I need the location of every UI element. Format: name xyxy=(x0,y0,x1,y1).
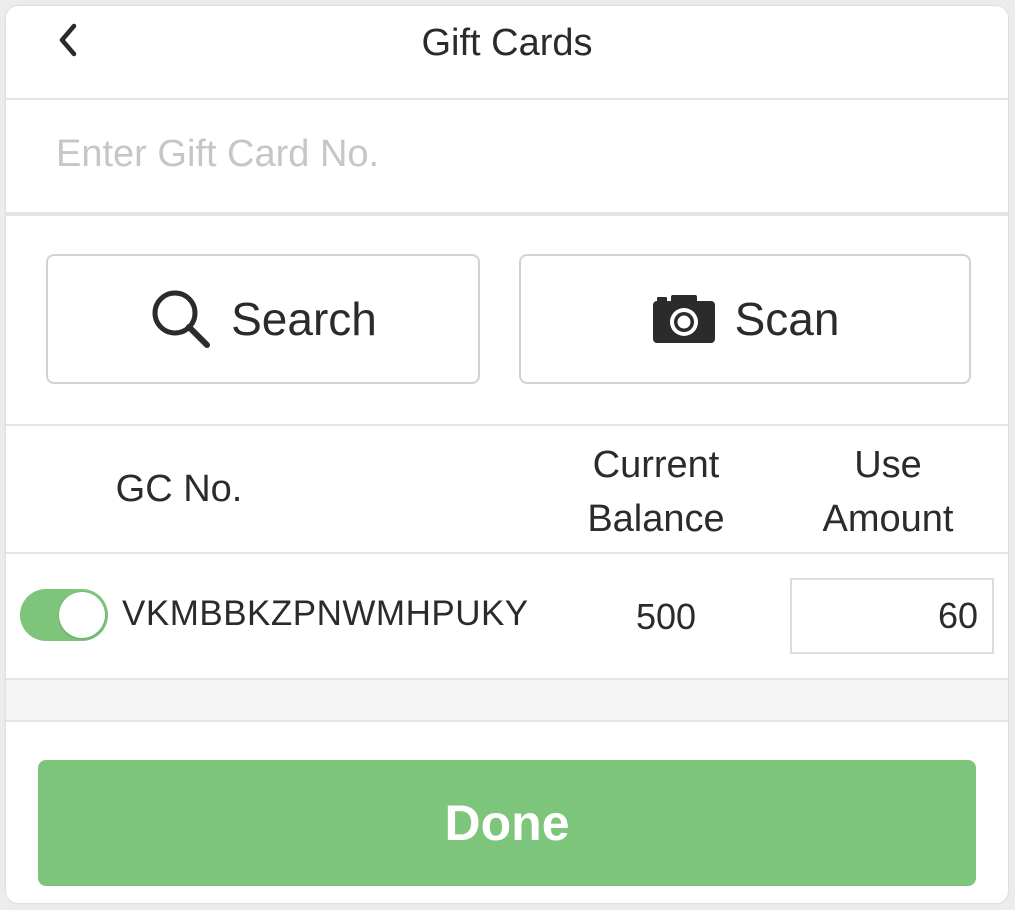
column-current-balance-line1: Current xyxy=(592,444,720,486)
page-title: Gift Cards xyxy=(421,22,593,64)
scan-button[interactable]: Scan xyxy=(519,254,971,384)
search-icon xyxy=(149,287,213,351)
gift-card-number: VKMBBKZPNWMHPUKY xyxy=(122,594,529,633)
search-button-label: Search xyxy=(231,293,377,345)
column-use-amount-line1: Use xyxy=(854,444,922,486)
gift-card-input-row xyxy=(6,100,1008,216)
done-button-label: Done xyxy=(444,795,570,851)
gift-cards-panel: Gift Cards Search Scan GC No. xyxy=(6,6,1008,903)
column-use-amount: Use Amount xyxy=(788,438,988,546)
gift-card-enable-toggle[interactable] xyxy=(20,589,108,641)
column-current-balance-line2: Balance xyxy=(587,498,725,540)
table-row: VKMBBKZPNWMHPUKY 500 xyxy=(6,552,1008,680)
column-use-amount-line2: Amount xyxy=(822,498,954,540)
search-button[interactable]: Search xyxy=(46,254,480,384)
toggle-knob xyxy=(59,592,105,638)
scan-button-label: Scan xyxy=(734,293,840,345)
camera-icon xyxy=(651,293,717,345)
current-balance-value: 500 xyxy=(635,596,697,637)
column-current-balance: Current Balance xyxy=(556,438,756,546)
gift-card-number-input[interactable] xyxy=(56,124,956,184)
use-amount-input[interactable] xyxy=(790,578,994,654)
section-spacer xyxy=(6,680,1008,722)
table-header: GC No. Current Balance Use Amount xyxy=(6,424,1008,554)
column-gc-no: GC No. xyxy=(115,468,243,510)
header-bar: Gift Cards xyxy=(6,6,1008,100)
done-button[interactable]: Done xyxy=(38,760,976,886)
